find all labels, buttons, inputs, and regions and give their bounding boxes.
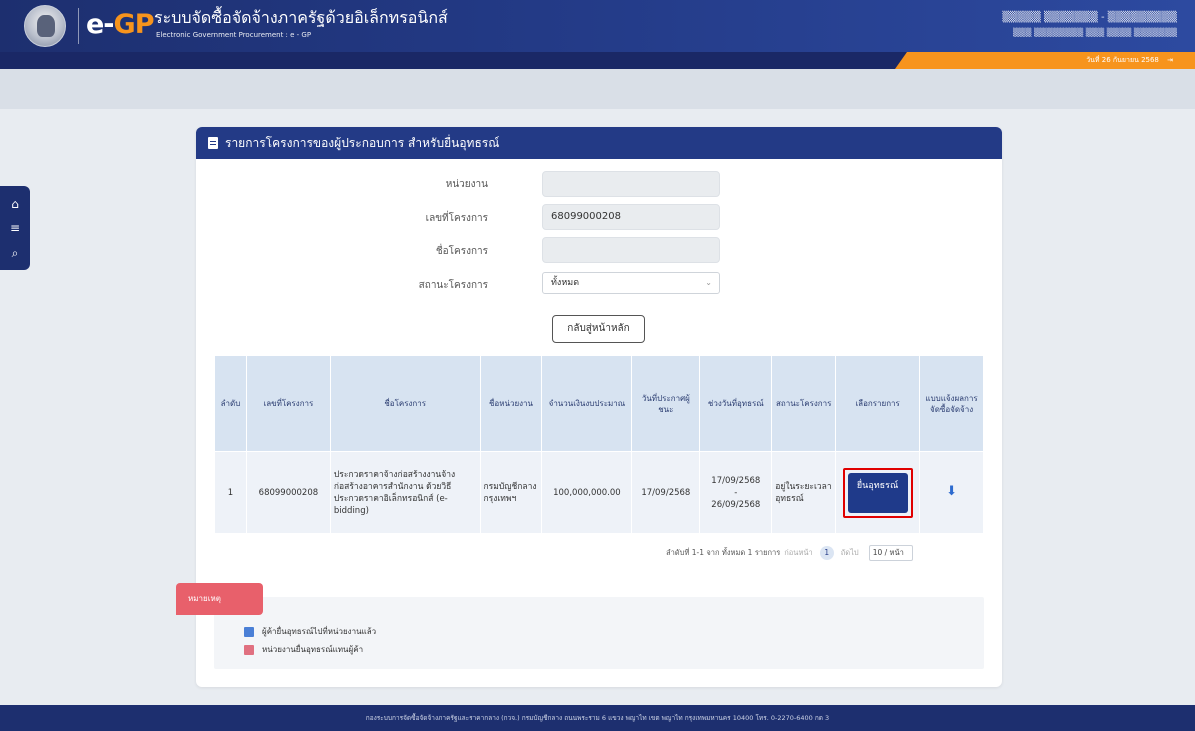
menu-icon[interactable]: ≡ [10,221,20,235]
chevron-down-icon: ⌄ [705,278,712,287]
cell-winner-date: 17/09/2568 [631,451,701,534]
side-nav: ⌂ ≡ ⌕ [0,186,30,270]
cell-no: 1 [214,451,247,534]
government-emblem-icon [24,5,66,47]
project-table: ลำดับ เลขที่โครงการ ชื่อโครงการ ชื่อหน่ว… [214,355,984,534]
system-title-thai: ระบบจัดซื้อจัดจ้างภาครัฐด้วยอิเล็กทรอนิก… [154,8,448,27]
col-no: ลำดับ [214,355,247,452]
user-dept-blurred: ▒▒▒ ▒▒▒▒▒▒▒▒ ▒▒▒ ▒▒▒▒ ▒▒▒▒▒▒▒ [1013,28,1177,37]
cell-appeal-range: 17/09/2568 - 26/09/2568 [699,451,773,534]
appeal-separator: - [734,487,738,498]
top-band [0,69,1195,109]
table-row: 1 68099000208 ประกวดราคาจ้างก่อสร้างงานจ… [214,451,984,534]
remarks-box: ผู้ค้ายื่นอุทธรณ์ไปที่หน่วยงานแล้ว หน่วย… [214,597,984,669]
appeal-from: 17/09/2568 [711,475,761,486]
system-title-english: Electronic Government Procurement : e - … [156,31,312,39]
back-to-main-button[interactable]: กลับสู่หน้าหลัก [552,315,645,343]
submit-appeal-button[interactable]: ยื่นอุทธรณ์ [847,472,908,513]
remarks-tab: หมายเหตุ [176,583,263,615]
status-select-value: ทั้งหมด [551,278,580,288]
cell-report: ⬇ [919,451,984,534]
pagination: ลำดับที่ 1-1 จาก ทั้งหมด 1 รายการ ก่อนหน… [666,545,913,561]
status-label: สถานะโครงการ [418,280,488,291]
home-icon[interactable]: ⌂ [11,197,19,211]
top-header: e-GP ระบบจัดซื้อจัดจ้างภาครัฐด้วยอิเล็กท… [0,0,1195,52]
cell-project-name: ประกวดราคาจ้างก่อสร้างงานจ้างก่อสร้างอาค… [329,451,481,534]
header-divider [78,8,79,44]
download-icon[interactable]: ⬇ [946,484,957,499]
cell-select: ยื่นอุทธรณ์ [835,451,921,534]
appeal-to: 26/09/2568 [711,499,761,510]
next-page-button[interactable]: ถัดไป [841,547,859,559]
vendor-submitted-icon [244,626,254,637]
page-footer: กองระบบการจัดซื้อจัดจ้างภาครัฐและราคากลา… [0,705,1195,731]
cell-project-no: 68099000208 [245,451,331,534]
status-select[interactable]: ทั้งหมด ⌄ [542,272,720,294]
card-header: รายการโครงการของผู้ประกอบการ สำหรับยื่นอ… [196,127,1002,159]
remark-item: ผู้ค้ายื่นอุทธรณ์ไปที่หน่วยงานแล้ว [244,625,376,638]
egp-logo[interactable]: e-GP [86,9,155,40]
table-header-row: ลำดับ เลขที่โครงการ ชื่อโครงการ ชื่อหน่ว… [214,355,984,452]
project-no-field[interactable]: 68099000208 [542,204,720,230]
prev-page-button[interactable]: ก่อนหน้า [784,547,812,559]
highlight-box: ยื่นอุทธรณ์ [842,467,913,518]
current-date: วันที่ 26 กันยายน 2568 ⇥ [1086,55,1173,65]
date-label: วันที่ 26 กันยายน 2568 [1086,56,1159,64]
logout-icon[interactable]: ⇥ [1167,56,1173,64]
search-icon[interactable]: ⌕ [12,246,19,260]
remark-text-2: หน่วยงานยื่นอุทธรณ์แทนผู้ค้า [262,645,364,654]
project-name-field[interactable] [542,237,720,263]
col-project-no: เลขที่โครงการ [245,355,331,452]
pagination-summary: ลำดับที่ 1-1 จาก ทั้งหมด 1 รายการ [666,548,781,557]
page-size-select[interactable]: 10 / หน้า [868,545,913,561]
project-list-card: รายการโครงการของผู้ประกอบการ สำหรับยื่นอ… [196,127,1002,687]
cell-budget: 100,000,000.00 [541,451,633,534]
col-report: แบบแจ้งผลการจัดซื้อจัดจ้าง [919,355,984,452]
project-no-label: เลขที่โครงการ [425,213,488,224]
agency-label: หน่วยงาน [445,179,488,190]
agency-field[interactable] [542,171,720,197]
cell-status: อยู่ในระยะเวลาอุทธรณ์ [771,451,837,534]
document-icon [208,137,218,149]
col-agency: ชื่อหน่วยงาน [479,355,543,452]
agency-submitted-icon [244,644,254,655]
col-appeal-range: ช่วงวันที่อุทธรณ์ [699,355,773,452]
remark-text-1: ผู้ค้ายื่นอุทธรณ์ไปที่หน่วยงานแล้ว [262,627,377,636]
col-winner-date: วันที่ประกาศผู้ชนะ [631,355,701,452]
cell-agency: กรมบัญชีกลาง กรุงเทพฯ [479,451,543,534]
col-budget: จำนวนเงินงบประมาณ [541,355,633,452]
project-name-label: ชื่อโครงการ [435,246,488,257]
card-title: รายการโครงการของผู้ประกอบการ สำหรับยื่นอ… [225,135,500,150]
remark-item: หน่วยงานยื่นอุทธรณ์แทนผู้ค้า [244,643,363,656]
col-project-name: ชื่อโครงการ [329,355,481,452]
logo-gp-text: GP [113,9,155,40]
user-name-blurred[interactable]: ▒▒▒▒▒ ▒▒▒▒▒▒▒ - ▒▒▒▒▒▒▒▒▒ [1002,12,1177,23]
logo-e-text: e- [86,9,115,40]
col-status: สถานะโครงการ [771,355,837,452]
page-1-button[interactable]: 1 [819,546,834,560]
col-select: เลือกรายการ [835,355,921,452]
